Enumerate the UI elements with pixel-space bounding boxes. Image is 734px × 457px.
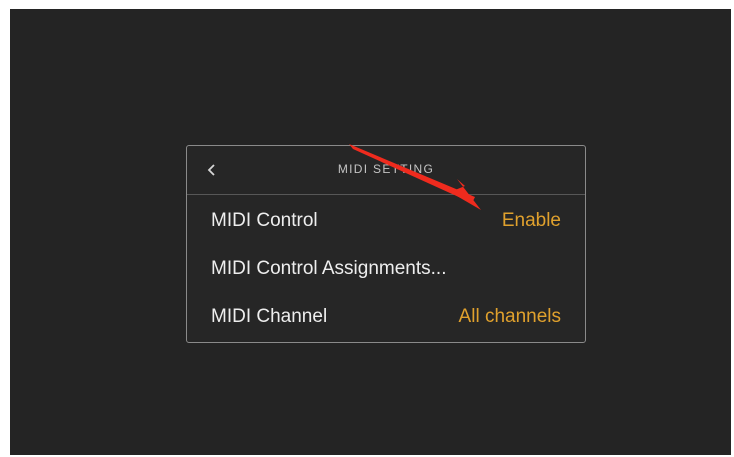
page-title: MIDI SETTING xyxy=(337,162,435,176)
setting-row-midi-control-assignments[interactable]: MIDI Control Assignments... xyxy=(187,246,585,290)
setting-label: MIDI Control xyxy=(211,210,318,231)
setting-row-midi-control[interactable]: MIDI Control Enable xyxy=(187,198,585,242)
panel-header: MIDI SETTING xyxy=(187,146,585,195)
setting-value[interactable]: All channels xyxy=(459,306,561,328)
setting-label: MIDI Control Assignments... xyxy=(211,258,447,279)
setting-value[interactable]: Enable xyxy=(502,210,561,232)
setting-row-midi-channel[interactable]: MIDI Channel All channels xyxy=(187,294,585,338)
midi-setting-panel: MIDI SETTING MIDI Control Enable MIDI Co… xyxy=(186,145,586,343)
device-screen: MIDI SETTING MIDI Control Enable MIDI Co… xyxy=(10,9,731,455)
setting-label: MIDI Channel xyxy=(211,306,328,327)
